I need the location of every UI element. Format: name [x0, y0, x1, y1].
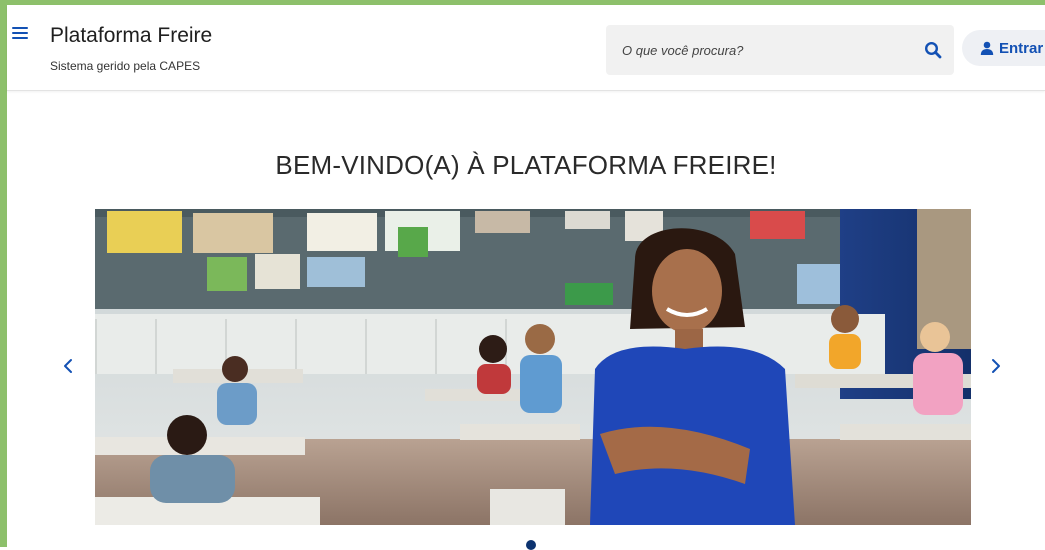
login-label: Entrar: [999, 39, 1044, 57]
site-title[interactable]: Plataforma Freire: [50, 24, 212, 48]
login-button[interactable]: Entrar: [962, 30, 1045, 66]
search-input[interactable]: [606, 25, 906, 75]
carousel-image[interactable]: [95, 209, 971, 525]
chevron-right-icon[interactable]: [988, 355, 1004, 377]
carousel-indicator[interactable]: [526, 540, 536, 550]
search-icon[interactable]: [924, 41, 942, 59]
site-header: Plataforma Freire Sistema gerido pela CA…: [7, 5, 1045, 91]
menu-icon[interactable]: [12, 27, 28, 41]
user-icon: [980, 41, 994, 55]
search-box: [606, 25, 954, 75]
chevron-left-icon[interactable]: [60, 355, 76, 377]
page-title: BEM-VINDO(A) À PLATAFORMA FREIRE!: [275, 150, 777, 180]
page-frame-left: [0, 0, 7, 547]
site-subtitle: Sistema gerido pela CAPES: [50, 59, 201, 73]
